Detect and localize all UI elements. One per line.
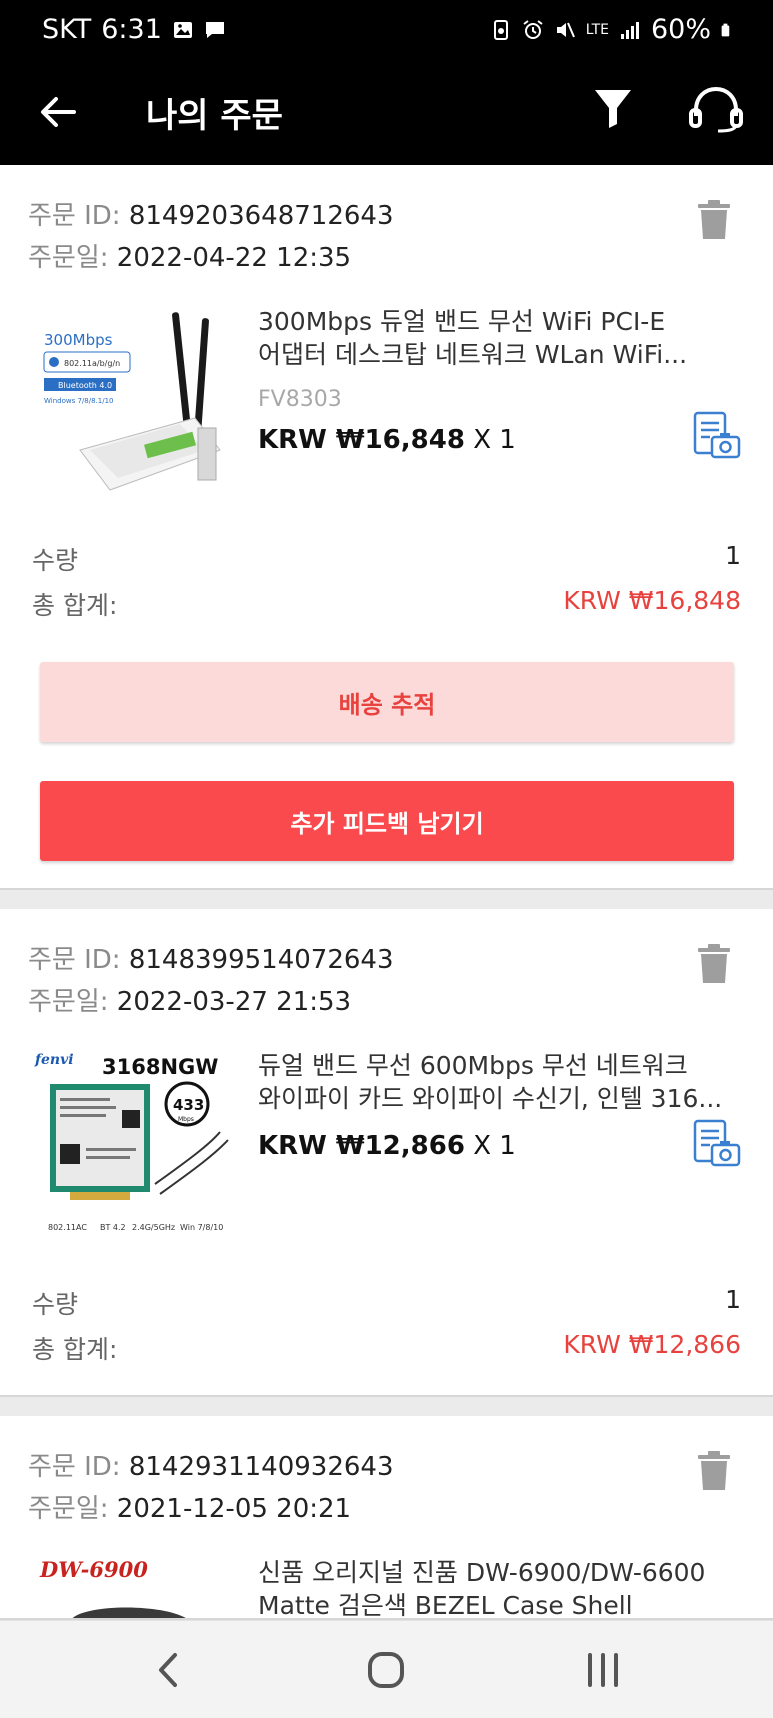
image-feature-2: BT 4.2 — [100, 1223, 126, 1232]
product-price-value: KRW ₩16,848 — [258, 425, 465, 455]
alarm-icon — [523, 19, 543, 39]
order-id-value: 8148399514072643 — [128, 945, 394, 975]
system-nav-bar — [0, 1620, 773, 1718]
total-row: 총 합계: KRW ₩16,848 — [32, 586, 741, 622]
image-speed-text: 300Mbps — [44, 331, 113, 349]
battery-saver-icon — [493, 19, 508, 40]
quantity-row: 수량 1 — [32, 1285, 741, 1321]
order-date: 주문일: 2021-12-05 20:21 — [28, 1488, 351, 1525]
gallery-icon — [173, 21, 192, 38]
product-image[interactable]: fenvi 3168NGW 433 Mbps 802.11AC BT 4.2 2… — [30, 1044, 235, 1244]
total-value: KRW ₩16,848 — [563, 586, 741, 615]
order-id-value: 8149203648712643 — [128, 201, 394, 231]
product-title-line1: 300Mbps 듀얼 밴드 무선 WiFi PCI-E — [258, 307, 666, 336]
image-speed-text: 433 — [173, 1096, 204, 1114]
order-id-label: 주문 ID: — [28, 1452, 121, 1482]
image-model-text: 3168NGW — [102, 1055, 218, 1079]
status-bar: SKT 6:31 LTE 60% — [0, 0, 773, 62]
order-date: 주문일: 2022-04-22 12:35 — [28, 237, 351, 274]
network-type: LTE — [585, 21, 609, 38]
product-price: KRW ₩16,848 X 1 — [258, 425, 516, 455]
product-price: KRW ₩12,866 X 1 — [258, 1131, 516, 1161]
total-label: 총 합계: — [32, 591, 118, 620]
quantity-label: 수량 — [32, 546, 79, 575]
order-card: 주문 ID: 8149203648712643 주문일: 2022-04-22 … — [0, 165, 773, 890]
order-date-value: 2021-12-05 20:21 — [116, 1494, 352, 1524]
battery-icon — [721, 23, 730, 36]
product-title-line2: 어댑터 데스크탑 네트워크 WLan WiFi... — [258, 340, 688, 369]
trash-icon[interactable] — [697, 1450, 731, 1492]
page-title: 나의 주문 — [146, 96, 283, 136]
image-os-text: Windows 7/8/8.1/10 — [44, 397, 114, 405]
back-arrow-icon[interactable] — [36, 90, 80, 134]
image-feature-1: 802.11AC — [48, 1223, 87, 1232]
battery-percent: 60% — [650, 14, 711, 45]
photo-receipt-icon[interactable] — [692, 1119, 742, 1169]
app-bar: 나의 주문 — [0, 62, 773, 165]
watch-bezel-illustration: DW-6900 — [30, 1551, 235, 1618]
order-date-label: 주문일: — [28, 1494, 109, 1524]
product-price-value: KRW ₩12,866 — [258, 1131, 465, 1161]
total-row: 총 합계: KRW ₩12,866 — [32, 1330, 741, 1366]
image-speed-unit: Mbps — [178, 1116, 194, 1123]
product-title-line1: 신품 오리지널 진품 DW-6900/DW-6600 — [258, 1558, 706, 1587]
order-id: 주문 ID: 8142931140932643 — [28, 1446, 394, 1483]
image-standard-text: 802.11a/b/g/n — [64, 359, 120, 368]
order-card: 주문 ID: 8148399514072643 주문일: 2022-03-27 … — [0, 909, 773, 1397]
status-left: SKT 6:31 — [42, 14, 226, 45]
product-qty: X 1 — [473, 1131, 516, 1161]
product-image[interactable]: DW-6900 — [30, 1551, 235, 1618]
order-date-value: 2022-04-22 12:35 — [116, 243, 352, 273]
product-sku: FV8303 — [258, 387, 342, 412]
carrier-label: SKT — [42, 14, 92, 45]
image-bluetooth-text: Bluetooth 4.0 — [58, 381, 112, 390]
order-id-label: 주문 ID: — [28, 945, 121, 975]
total-value: KRW ₩12,866 — [563, 1330, 741, 1359]
total-label: 총 합계: — [32, 1335, 118, 1364]
nav-back-icon[interactable] — [143, 1647, 193, 1693]
order-date-value: 2022-03-27 21:53 — [116, 987, 352, 1017]
order-id: 주문 ID: 8149203648712643 — [28, 195, 394, 232]
nav-recents-icon[interactable] — [578, 1647, 628, 1693]
product-title[interactable]: 듀얼 밴드 무선 600Mbps 무선 네트워크 와이파이 카드 와이파이 수신… — [258, 1049, 743, 1115]
product-title[interactable]: 신품 오리지널 진품 DW-6900/DW-6600 Matte 검은색 BEZ… — [258, 1556, 743, 1620]
order-id-label: 주문 ID: — [28, 201, 121, 231]
product-title[interactable]: 300Mbps 듀얼 밴드 무선 WiFi PCI-E 어댑터 데스크탑 네트워… — [258, 305, 743, 371]
leave-feedback-button[interactable]: 추가 피드백 남기기 — [40, 781, 734, 861]
mute-icon — [556, 22, 575, 37]
quantity-value: 1 — [725, 541, 741, 570]
trash-icon[interactable] — [697, 199, 731, 241]
nav-home-icon[interactable] — [361, 1647, 411, 1693]
quantity-row: 수량 1 — [32, 541, 741, 577]
image-brand-text: fenvi — [34, 1052, 74, 1068]
product-qty: X 1 — [473, 425, 516, 455]
order-date: 주문일: 2022-03-27 21:53 — [28, 981, 351, 1018]
track-shipment-button[interactable]: 배송 추적 — [40, 662, 734, 742]
product-title-line2: 와이파이 카드 와이파이 수신기, 인텔 316... — [258, 1084, 723, 1113]
order-date-label: 주문일: — [28, 987, 109, 1017]
quantity-value: 1 — [725, 1285, 741, 1314]
product-title-line1: 듀얼 밴드 무선 600Mbps 무선 네트워크 — [258, 1051, 688, 1080]
quantity-label: 수량 — [32, 1290, 79, 1319]
order-id-value: 8142931140932643 — [128, 1452, 394, 1482]
order-card: 주문 ID: 8142931140932643 주문일: 2021-12-05 … — [0, 1416, 773, 1620]
trash-icon[interactable] — [697, 943, 731, 985]
status-right: LTE 60% — [490, 14, 735, 45]
message-icon — [205, 21, 224, 38]
image-feature-4: Win 7/8/10 — [180, 1223, 223, 1232]
filter-icon[interactable] — [592, 86, 634, 132]
order-date-label: 주문일: — [28, 243, 109, 273]
wifi-card-illustration: 300Mbps 802.11a/b/g/n Bluetooth 4.0 Wind… — [30, 300, 235, 500]
image-feature-3: 2.4G/5GHz — [132, 1223, 175, 1232]
image-model-text: DW-6900 — [39, 1557, 148, 1582]
product-image[interactable]: 300Mbps 802.11a/b/g/n Bluetooth 4.0 Wind… — [30, 300, 235, 500]
customer-support-headset-icon[interactable] — [688, 84, 744, 134]
signal-icon — [620, 21, 639, 39]
product-title-line2: Matte 검은색 BEZEL Case Shell — [258, 1591, 633, 1620]
photo-receipt-icon[interactable] — [692, 411, 742, 461]
clock: 6:31 — [101, 14, 162, 45]
order-id: 주문 ID: 8148399514072643 — [28, 939, 394, 976]
wifi-card-illustration: fenvi 3168NGW 433 Mbps 802.11AC BT 4.2 2… — [30, 1044, 235, 1244]
